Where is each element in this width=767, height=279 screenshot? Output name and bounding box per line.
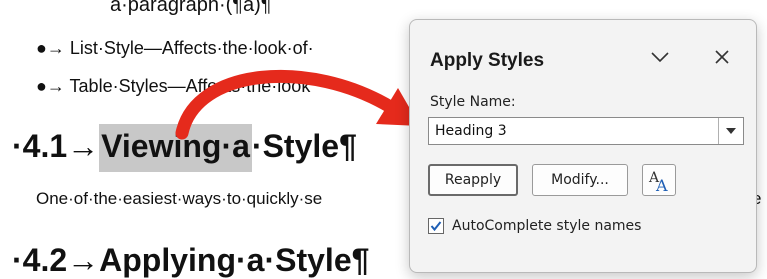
apply-styles-pane: Apply Styles Style Name: Reapply Modify.… xyxy=(409,19,757,273)
style-name-label: Style Name: xyxy=(430,94,516,110)
style-name-combobox xyxy=(428,117,744,145)
checkmark-icon xyxy=(430,221,442,232)
bullet-table-styles: ●→ Table·Styles—Affects·the·look xyxy=(36,76,311,96)
collapse-button[interactable] xyxy=(642,42,678,72)
body-paragraph: One·of·the·easiest·ways·to·quickly·se xyxy=(36,189,323,208)
bullet-list-style: ●→ List·Style—Affects·the·look·of· xyxy=(36,38,314,58)
heading-4-1: ·4.1→Viewing·a·Style¶ xyxy=(12,124,357,172)
close-icon xyxy=(715,50,729,64)
autocomplete-row: AutoComplete style names xyxy=(428,218,641,234)
heading-4-1-rest: ·Style¶ xyxy=(251,128,357,164)
modify-button[interactable]: Modify... xyxy=(532,164,628,196)
reapply-button[interactable]: Reapply xyxy=(428,164,518,196)
close-button[interactable] xyxy=(704,42,740,72)
styles-icon: A A xyxy=(648,170,668,193)
heading-4-1-number: ·4.1→ xyxy=(12,128,100,164)
style-name-input[interactable] xyxy=(429,118,718,144)
document-line-partial: a·paragraph·(¶a)¶ xyxy=(110,0,272,16)
autocomplete-label: AutoComplete style names xyxy=(452,218,642,234)
heading-4-2: ·4.2→Applying·a·Style¶ xyxy=(12,242,370,278)
heading-4-1-selection[interactable]: Viewing·a xyxy=(99,124,252,172)
style-name-dropdown-button[interactable] xyxy=(718,118,743,144)
pane-title: Apply Styles xyxy=(430,50,545,71)
autocomplete-checkbox[interactable] xyxy=(428,218,444,234)
dropdown-arrow-icon xyxy=(726,128,736,134)
svg-text:A: A xyxy=(655,176,668,193)
styles-pane-button[interactable]: A A xyxy=(642,164,676,196)
chevron-down-icon xyxy=(651,52,669,63)
